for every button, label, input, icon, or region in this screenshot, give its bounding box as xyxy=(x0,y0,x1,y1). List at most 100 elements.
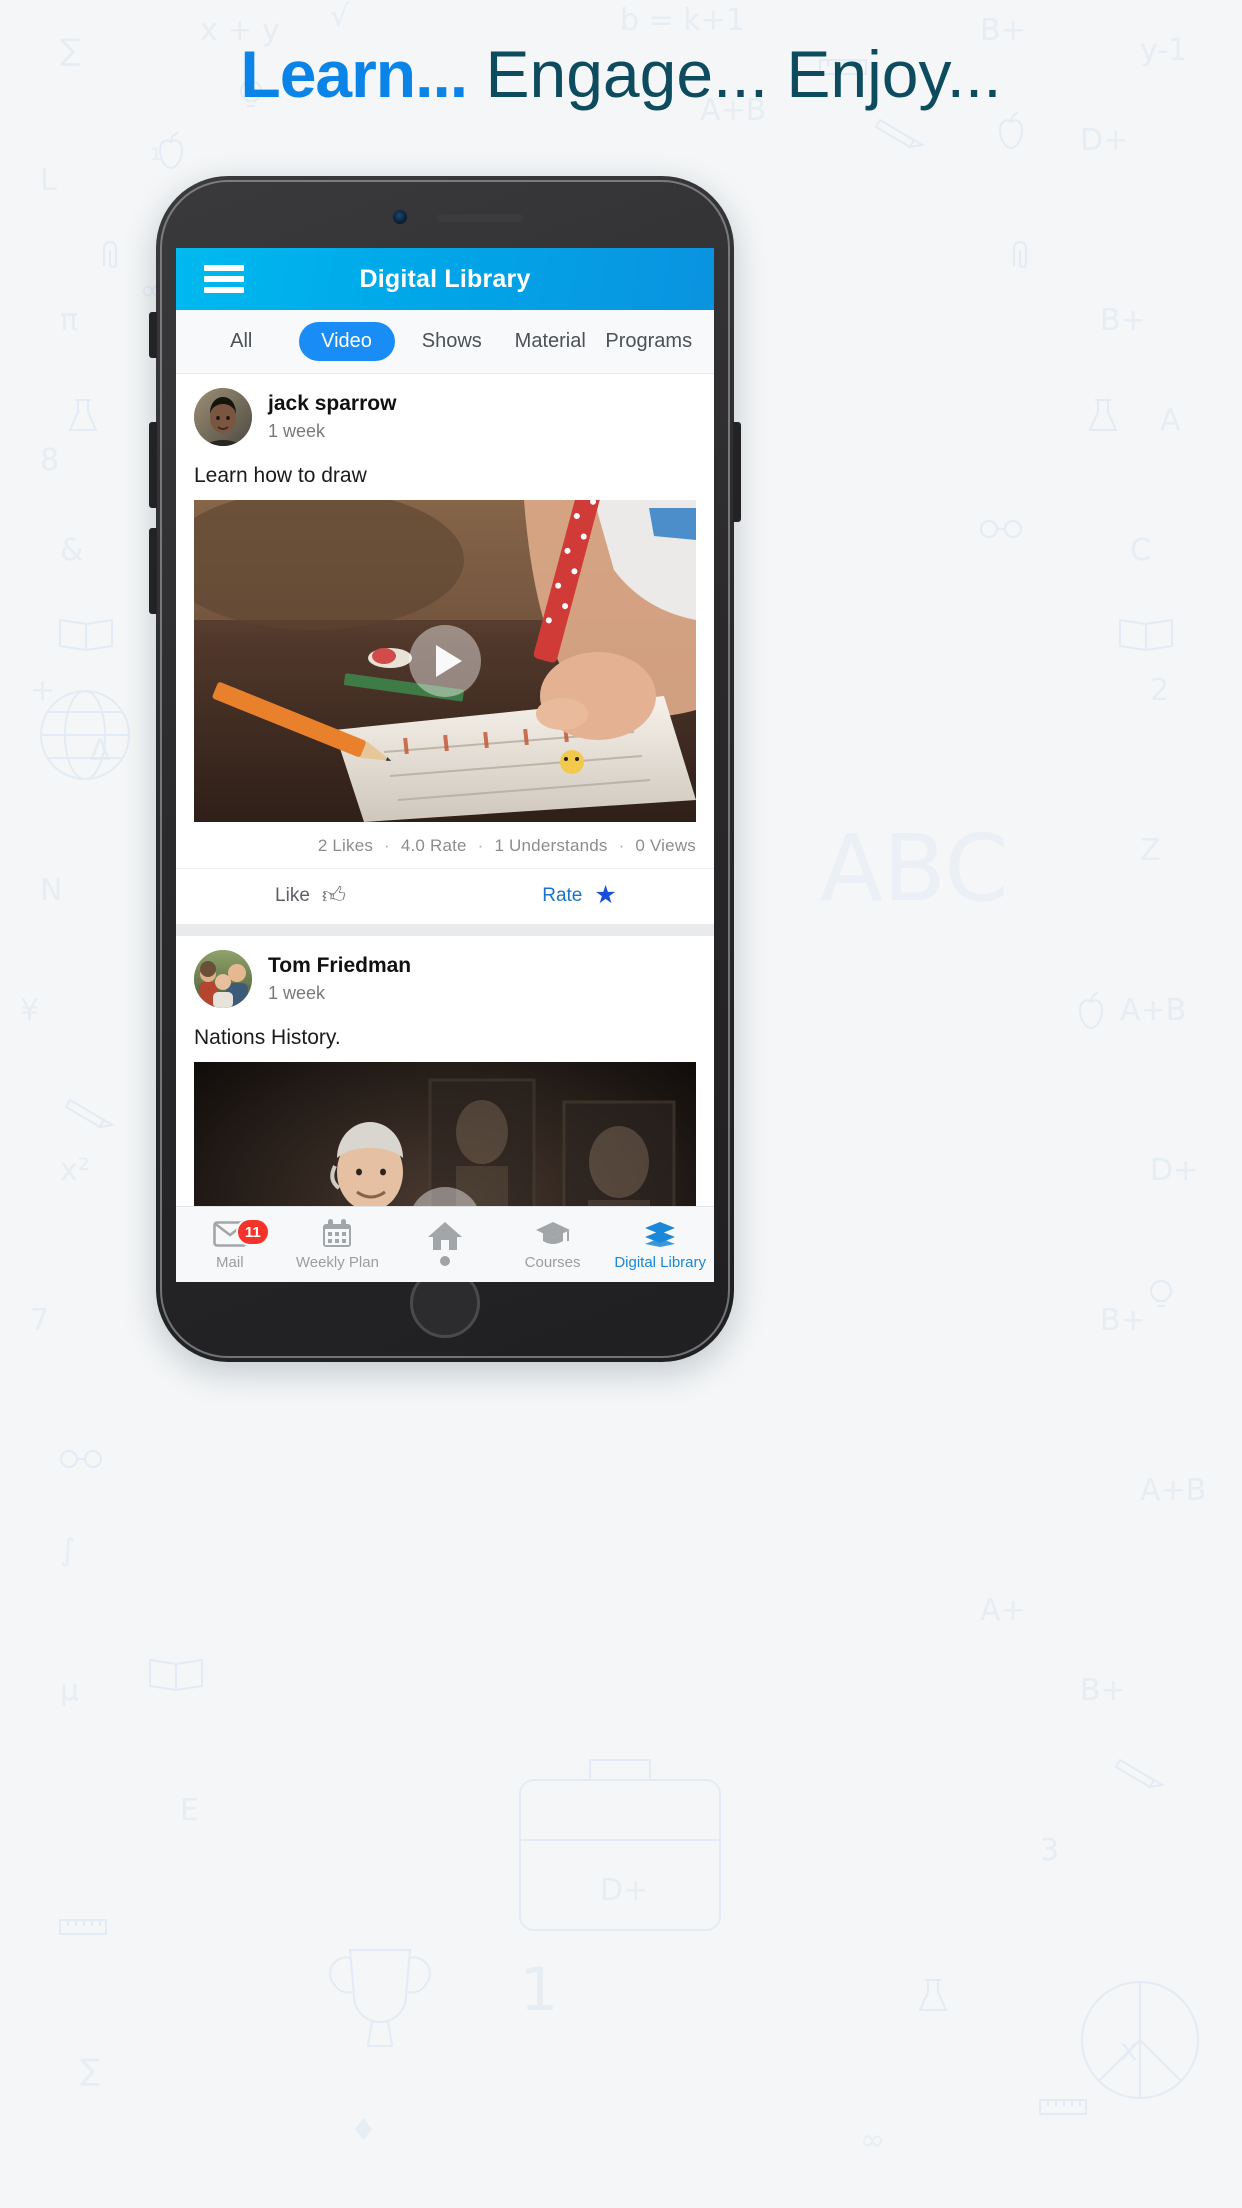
headline-bold-text: Learn... xyxy=(240,37,468,111)
video-feed: jack sparrow 1 week Learn how to draw 2 … xyxy=(176,374,714,1282)
category-tab-bar: All Video Shows Material Programs xyxy=(176,310,714,374)
phone-volume-up-button xyxy=(149,422,157,508)
phone-silent-switch xyxy=(149,312,157,358)
star-icon: ★ xyxy=(594,881,617,909)
svg-text:C: C xyxy=(1130,533,1151,568)
svg-text:₁: ₁ xyxy=(150,133,162,168)
stat-separator: · xyxy=(477,836,484,855)
promo-headline: Learn... Engage... Enjoy... xyxy=(0,36,1242,112)
svg-text:L: L xyxy=(40,163,57,198)
svg-text:1: 1 xyxy=(520,1955,558,2025)
earpiece-speaker xyxy=(437,214,523,222)
nav-item-courses[interactable]: Courses xyxy=(499,1218,607,1271)
nav-label-mail: Mail xyxy=(216,1254,244,1271)
home-icon xyxy=(427,1220,463,1252)
svg-text:E: E xyxy=(180,1793,199,1828)
svg-text:ABC: ABC xyxy=(820,815,1009,922)
nav-item-mail[interactable]: 11 Mail xyxy=(176,1218,284,1271)
post-action-bar: Like 👍︎ Rate ★ xyxy=(176,868,714,924)
svg-text:b = k+1: b = k+1 xyxy=(620,3,745,38)
feed-post: jack sparrow 1 week Learn how to draw 2 … xyxy=(176,374,714,924)
nav-item-home[interactable] xyxy=(391,1220,499,1270)
svg-text:x: x xyxy=(1120,2033,1138,2068)
phone-volume-down-button xyxy=(149,528,157,614)
avatar[interactable] xyxy=(194,388,252,446)
tab-programs[interactable]: Programs xyxy=(600,330,699,353)
tab-shows[interactable]: Shows xyxy=(403,330,502,353)
stat-views: 0 Views xyxy=(635,836,696,855)
nav-item-digital-library[interactable]: Digital Library xyxy=(606,1218,714,1271)
svg-text:µ: µ xyxy=(60,1673,79,1708)
rate-button-label: Rate xyxy=(542,884,583,906)
stat-rate: 4.0 Rate xyxy=(400,836,467,855)
post-meta: jack sparrow 1 week xyxy=(268,392,396,441)
svg-text:∆: ∆ xyxy=(89,733,111,768)
video-thumbnail[interactable] xyxy=(194,500,696,822)
app-store-screenshot: ∑ x + y √ b = k+1 B+ y-1 L₁ A+B D+ π ∞ B+ A 8 &… xyxy=(0,0,1242,2208)
phone-screen: Digital Library All Video Shows Material… xyxy=(176,248,714,1282)
play-icon[interactable] xyxy=(409,625,481,697)
svg-text:A+B: A+B xyxy=(1120,993,1186,1028)
hamburger-menu-icon[interactable] xyxy=(204,265,244,293)
post-author-name[interactable]: jack sparrow xyxy=(268,392,396,416)
svg-text:N: N xyxy=(40,873,62,908)
svg-text:A+: A+ xyxy=(980,1593,1026,1628)
svg-text:2: 2 xyxy=(1150,673,1169,708)
svg-text:Z: Z xyxy=(1140,833,1161,868)
svg-text:8: 8 xyxy=(40,443,59,478)
svg-text:B+: B+ xyxy=(1100,1303,1146,1338)
svg-text:♦: ♦ xyxy=(350,2113,377,2148)
svg-text:A+B: A+B xyxy=(1140,1473,1206,1508)
app-header-bar: Digital Library xyxy=(176,248,714,310)
front-camera-icon xyxy=(393,210,407,224)
tab-material[interactable]: Material xyxy=(501,330,600,353)
post-caption: Learn how to draw xyxy=(194,464,367,487)
post-stats: 2 Likes · 4.0 Rate · 1 Understands · 0 V… xyxy=(176,822,714,868)
nav-label-courses: Courses xyxy=(524,1254,581,1271)
svg-text:x²: x² xyxy=(60,1153,90,1188)
calendar-icon xyxy=(321,1218,353,1250)
svg-text:D+: D+ xyxy=(1080,123,1128,158)
headline-thin-text: Engage... Enjoy... xyxy=(467,37,1002,111)
stat-separator: · xyxy=(618,836,625,855)
stat-likes: 2 Likes xyxy=(317,836,374,855)
phone-mockup: Digital Library All Video Shows Material… xyxy=(149,176,741,1362)
svg-text:∫: ∫ xyxy=(60,1533,76,1568)
post-header: Tom Friedman 1 week xyxy=(176,936,714,1014)
svg-text:3: 3 xyxy=(1040,1833,1059,1868)
post-header: jack sparrow 1 week xyxy=(176,374,714,452)
svg-text:√: √ xyxy=(330,0,350,34)
post-author-name[interactable]: Tom Friedman xyxy=(268,954,411,978)
svg-text:7: 7 xyxy=(30,1303,49,1338)
rate-button[interactable]: Rate ★ xyxy=(445,883,714,908)
nav-label-weekly-plan: Weekly Plan xyxy=(295,1254,379,1271)
svg-text:D+: D+ xyxy=(600,1873,648,1908)
books-icon xyxy=(643,1218,677,1250)
svg-text:π: π xyxy=(60,303,78,338)
svg-text:∞: ∞ xyxy=(860,2123,885,2158)
nav-item-weekly-plan[interactable]: Weekly Plan xyxy=(284,1218,392,1271)
thumbs-up-icon: 👍︎ xyxy=(321,882,346,908)
stat-separator: · xyxy=(384,836,390,855)
post-caption: Nations History. xyxy=(194,1026,341,1049)
feed-divider xyxy=(176,924,714,936)
stat-understands: 1 Understands xyxy=(494,836,608,855)
svg-text:D+: D+ xyxy=(1150,1153,1198,1188)
graduation-cap-icon xyxy=(535,1218,571,1250)
post-timestamp: 1 week xyxy=(268,420,326,441)
page-title: Digital Library xyxy=(359,264,531,293)
svg-text:∑: ∑ xyxy=(80,2053,100,2088)
avatar[interactable] xyxy=(194,950,252,1008)
like-button[interactable]: Like 👍︎ xyxy=(176,884,445,907)
svg-text:A: A xyxy=(1160,403,1181,438)
tab-video[interactable]: Video xyxy=(298,322,395,361)
phone-power-button xyxy=(733,422,741,522)
nav-label-digital-library: Digital Library xyxy=(614,1254,707,1271)
svg-text:+: + xyxy=(30,673,55,708)
svg-text:¥: ¥ xyxy=(20,993,39,1028)
post-meta: Tom Friedman 1 week xyxy=(268,954,411,1003)
home-active-dot xyxy=(439,1255,450,1266)
tab-all[interactable]: All xyxy=(192,330,291,353)
bottom-navigation-bar: 11 Mail Weekly Plan Courses Digital Libr… xyxy=(176,1206,714,1282)
svg-text:B+: B+ xyxy=(1100,303,1146,338)
